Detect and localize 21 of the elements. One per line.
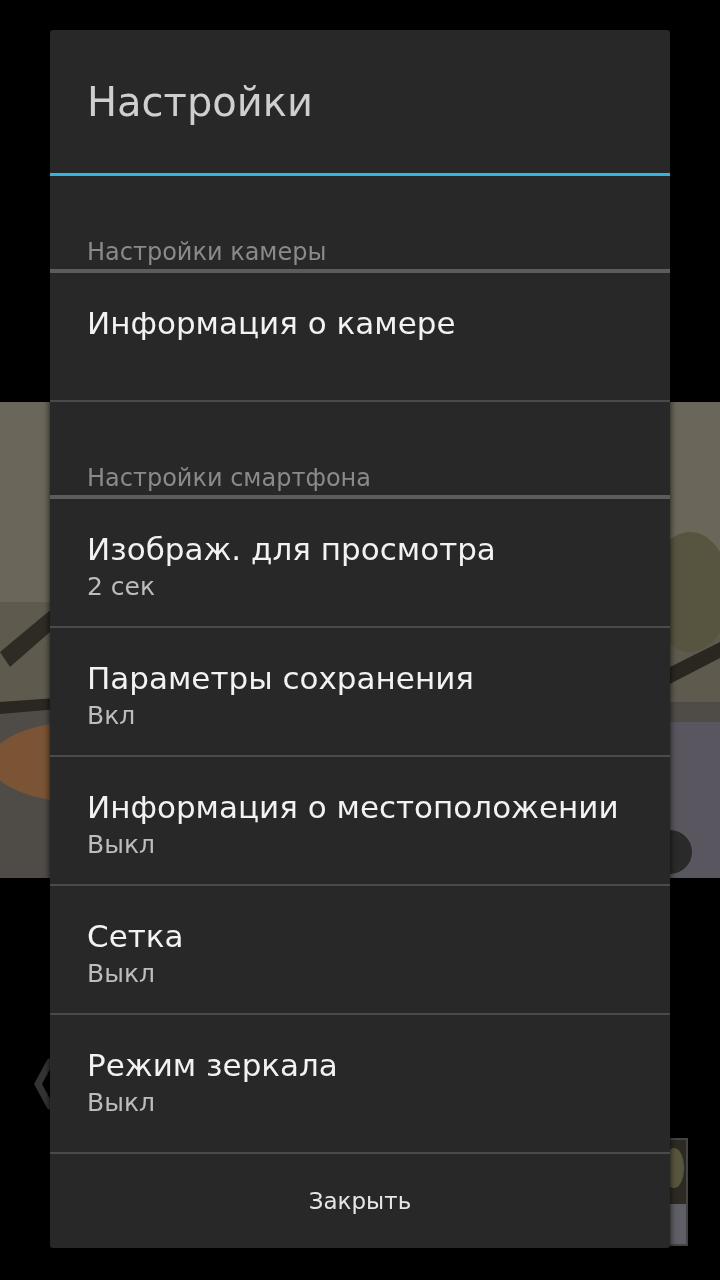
settings-item[interactable]: Информация о местоположении Выкл	[50, 757, 670, 886]
item-title: Параметры сохранения	[87, 659, 475, 698]
settings-item[interactable]: Изображ. для просмотра 2 сек	[50, 499, 670, 628]
item-title: Режим зеркала	[87, 1046, 339, 1085]
settings-item[interactable]: Параметры сохранения Вкл	[50, 628, 670, 757]
close-button[interactable]: Закрыть	[50, 1152, 670, 1248]
item-summary: Выкл	[87, 829, 156, 861]
item-summary: Выкл	[87, 958, 156, 990]
item-title: Сетка	[87, 917, 185, 956]
dialog-title: Настройки	[87, 78, 313, 125]
item-summary: Вкл	[87, 700, 137, 732]
section-header: Настройки камеры	[87, 237, 327, 267]
settings-item[interactable]: Режим зеркала Выкл	[50, 1015, 670, 1144]
item-title: Изображ. для просмотра	[87, 530, 497, 569]
item-summary: Выкл	[87, 1087, 156, 1119]
settings-item[interactable]: Сетка Выкл	[50, 886, 670, 1015]
item-title: Информация о местоположении	[87, 788, 620, 827]
settings-item[interactable]: Информация о камере	[50, 273, 670, 402]
section-header: Настройки смартфона	[87, 463, 371, 493]
item-summary: 2 сек	[87, 571, 157, 603]
item-title: Информация о камере	[87, 304, 457, 343]
